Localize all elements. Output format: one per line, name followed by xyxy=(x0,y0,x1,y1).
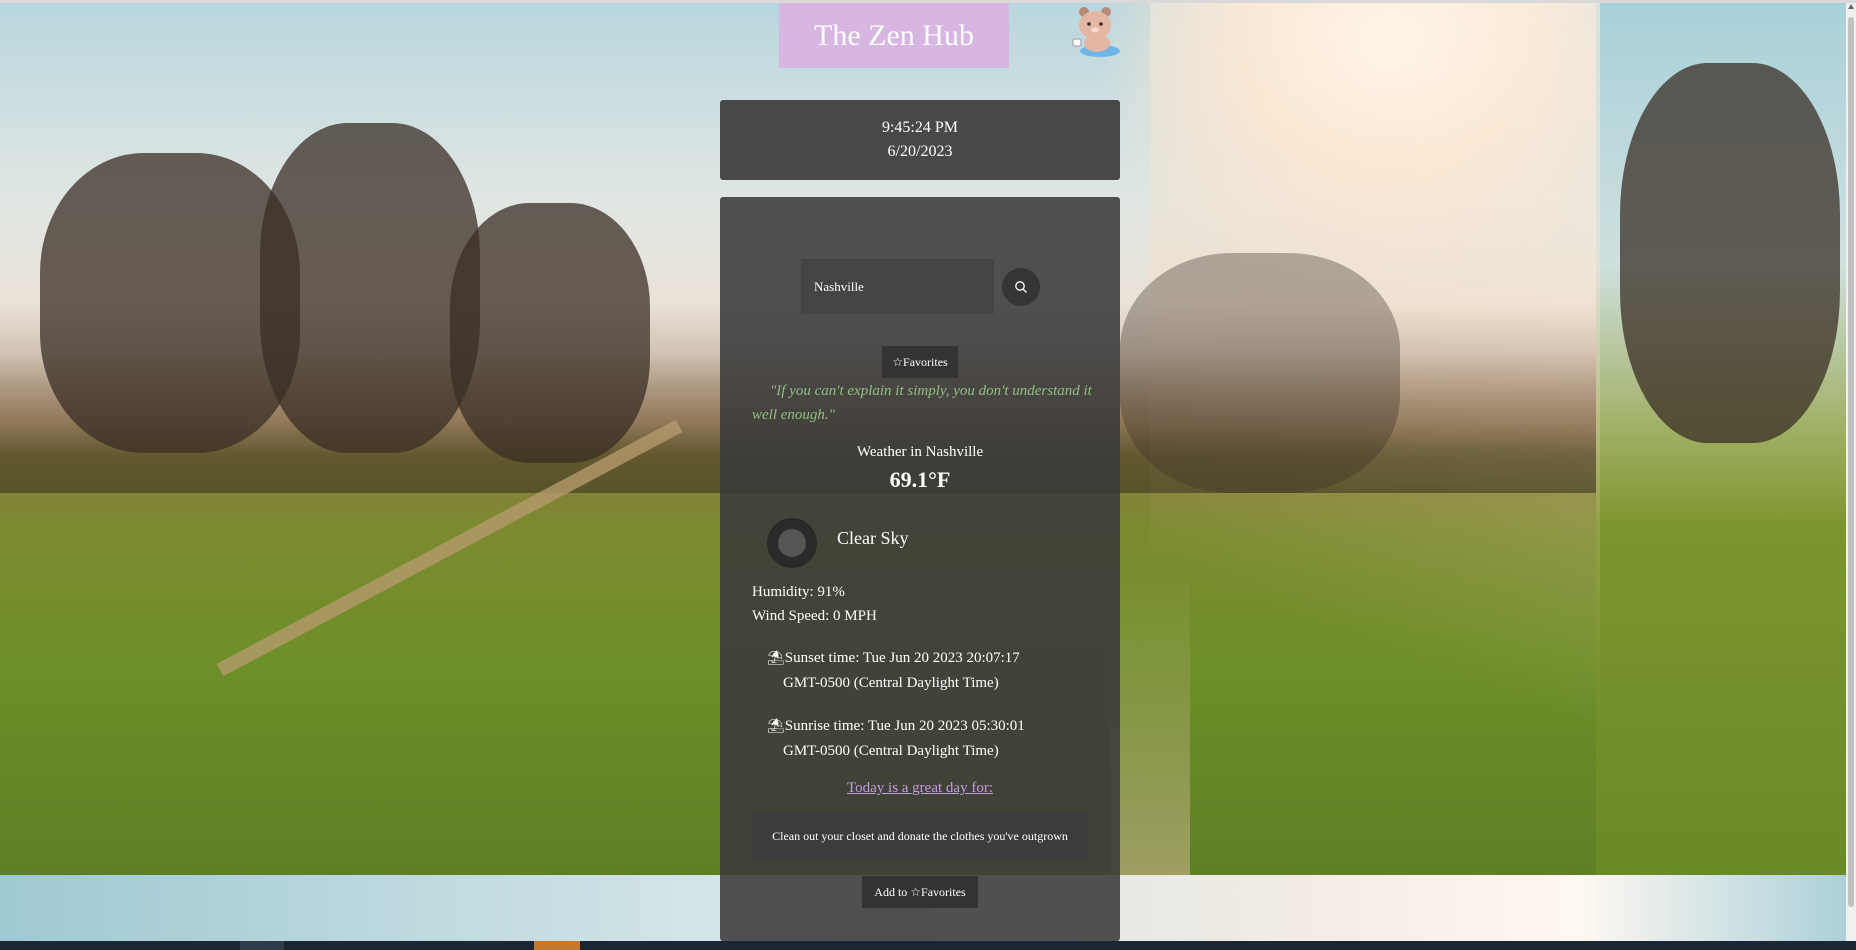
bear-mascot-icon xyxy=(1072,7,1120,57)
sunrise-time-line2: GMT-0500 (Central Daylight Time) xyxy=(783,743,999,759)
search-icon xyxy=(1015,281,1027,293)
current-time: 9:45:24 PM xyxy=(881,119,958,136)
site-title: The Zen Hub xyxy=(779,3,1009,68)
search-button[interactable] xyxy=(1002,268,1040,306)
sunset-time-line1: Sunset time: Tue Jun 20 2023 20:07:17 xyxy=(784,650,1020,666)
temperature: 69.1°F xyxy=(889,467,951,492)
weather-description: Clear Sky xyxy=(837,528,909,548)
sunrise-time: ⛱Sunrise time: Tue Jun 20 2023 05:30:01 … xyxy=(767,714,1067,763)
sunset-icon: ⛱ xyxy=(767,651,785,666)
scroll-up-arrow-icon[interactable] xyxy=(1848,4,1854,9)
scrollbar-thumb[interactable] xyxy=(1848,17,1854,907)
activity-link[interactable]: Today is a great day for: xyxy=(720,780,1120,797)
sunset-time-line2: GMT-0500 (Central Daylight Time) xyxy=(783,675,999,691)
add-to-favorites-button[interactable]: Add to ☆Favorites xyxy=(862,876,978,908)
weather-heading: Weather in Nashville xyxy=(856,444,984,460)
humidity: Humidity: 91% xyxy=(752,584,845,600)
activity-suggestion: Clean out your closet and donate the clo… xyxy=(752,812,1088,859)
weather-panel: ☆Favorites "If you can't explain it simp… xyxy=(720,197,1120,941)
wind-speed: Wind Speed: 0 MPH xyxy=(752,608,877,624)
current-date: 6/20/2023 xyxy=(887,143,953,160)
taskbar-app-item[interactable] xyxy=(240,941,284,950)
sunrise-time-line1: Sunrise time: Tue Jun 20 2023 05:30:01 xyxy=(784,718,1025,734)
city-search-input[interactable] xyxy=(801,259,994,314)
quote-text: "If you can't explain it simply, you don… xyxy=(752,383,1092,423)
taskbar-app-item[interactable] xyxy=(534,941,580,950)
favorites-button[interactable]: ☆Favorites xyxy=(882,346,958,378)
clock-panel: 9:45:24 PM 6/20/2023 xyxy=(720,100,1120,180)
weather-condition-icon xyxy=(767,518,817,568)
sunset-time: ⛱Sunset time: Tue Jun 20 2023 20:07:17 G… xyxy=(767,646,1067,695)
vertical-scrollbar[interactable] xyxy=(1846,3,1856,941)
sunrise-icon: ⛱ xyxy=(767,719,785,734)
os-taskbar xyxy=(0,941,1856,950)
